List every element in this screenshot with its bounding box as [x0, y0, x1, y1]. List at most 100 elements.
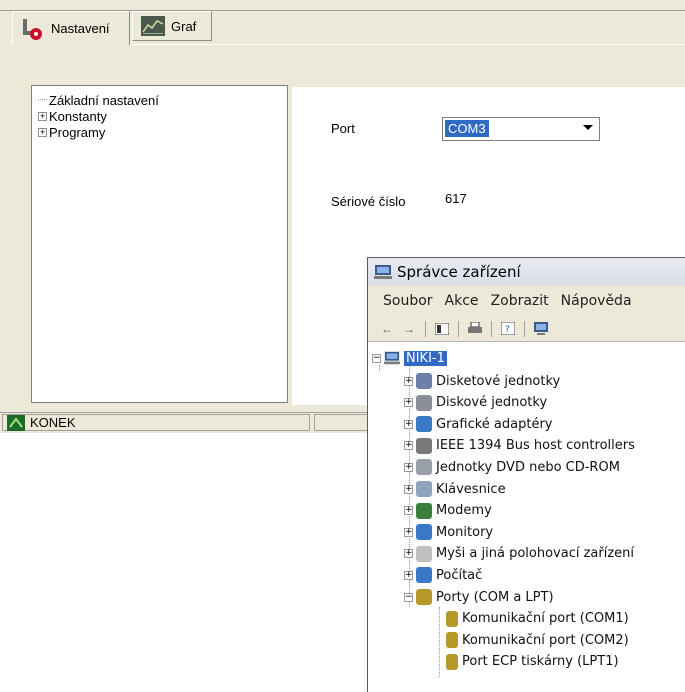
- port-icon: [416, 589, 432, 605]
- tree-connector: [38, 99, 47, 101]
- collapse-icon[interactable]: −: [372, 353, 381, 363]
- com-port-icon: [446, 610, 458, 627]
- device-category-label: Grafické adaptéry: [436, 416, 553, 432]
- tree-connector: [439, 607, 440, 677]
- collapse-icon[interactable]: −: [404, 592, 413, 602]
- tree-root[interactable]: − NIKI-1: [372, 347, 447, 369]
- device-category-label: Disketové jednotky: [436, 373, 561, 389]
- tab-graf[interactable]: Graf: [132, 11, 212, 41]
- expand-icon[interactable]: +: [404, 484, 413, 494]
- device-category-label: Jednotky DVD nebo CD-ROM: [436, 459, 620, 475]
- toolbar-separator: [458, 320, 459, 337]
- device-category[interactable]: + Jednotky DVD nebo CD-ROM: [404, 456, 620, 478]
- chart-tab-icon: [141, 16, 165, 36]
- computer-icon: [416, 567, 432, 584]
- expand-icon[interactable]: +: [404, 441, 413, 451]
- device-category-label: Modemy: [436, 503, 492, 519]
- device-category-label: Počítač: [436, 567, 483, 583]
- device-category-label: IEEE 1394 Bus host controllers: [436, 438, 635, 454]
- device-category[interactable]: + Monitory: [404, 521, 493, 543]
- device-category-label: Monitory: [436, 524, 494, 540]
- device-category[interactable]: + Disketové jednotky: [404, 370, 560, 392]
- port-select[interactable]: COM3: [442, 117, 600, 141]
- expand-icon[interactable]: +: [404, 419, 413, 429]
- port-device-label: Port ECP tiskárny (LPT1): [462, 654, 619, 670]
- serial-number-value: 617: [445, 191, 467, 206]
- toolbar-separator: [425, 320, 426, 337]
- status-text: KONEK: [30, 415, 76, 430]
- menu-akce[interactable]: Akce: [445, 293, 479, 309]
- status-panel: KONEK: [2, 414, 310, 431]
- device-manager-menu-bar: Soubor Akce Zobrazit Nápověda: [368, 286, 685, 316]
- properties-icon[interactable]: ?: [499, 320, 517, 338]
- expand-icon[interactable]: +: [404, 506, 413, 516]
- tree-item-label: Základní nastavení: [49, 92, 159, 108]
- device-category[interactable]: + IEEE 1394 Bus host controllers: [404, 435, 635, 457]
- tree-item-label: Programy: [49, 124, 106, 140]
- chevron-down-icon[interactable]: [583, 125, 593, 130]
- keyboard-icon: [416, 481, 432, 497]
- port-select-value: COM3: [445, 120, 489, 137]
- tab-label: Graf: [171, 18, 197, 34]
- port-label: Port: [331, 121, 355, 136]
- device-category[interactable]: + Počítač: [404, 564, 482, 586]
- ieee1394-icon: [416, 437, 432, 454]
- device-category-label: Klávesnice: [436, 481, 506, 497]
- floppy-icon: [416, 373, 432, 389]
- serial-number-label: Sériové číslo: [331, 194, 406, 209]
- expand-icon[interactable]: +: [404, 398, 413, 408]
- tree-item-label: Konstanty: [49, 108, 107, 124]
- device-category-label: Diskové jednotky: [436, 395, 548, 411]
- tree-item-konstanty[interactable]: + Konstanty: [38, 108, 107, 124]
- expand-icon[interactable]: +: [404, 549, 413, 559]
- back-icon[interactable]: ←: [378, 320, 396, 338]
- device-category[interactable]: + Klávesnice: [404, 478, 506, 500]
- dvd-icon: [416, 459, 432, 476]
- expand-icon[interactable]: +: [38, 127, 47, 137]
- toolbar-separator: [491, 320, 492, 337]
- settings-tree[interactable]: Základní nastavení + Konstanty + Program…: [31, 85, 288, 403]
- port-device[interactable]: Port ECP tiskárny (LPT1): [446, 651, 619, 673]
- device-manager-toolbar: ← → ?: [368, 316, 685, 342]
- disk-icon: [416, 394, 432, 411]
- port-device[interactable]: Komunikační port (COM2): [446, 629, 629, 651]
- computer-icon: [374, 265, 392, 279]
- tree-item-programy[interactable]: + Programy: [38, 124, 105, 140]
- port-device[interactable]: Komunikační port (COM1): [446, 608, 629, 630]
- connect-icon: [7, 414, 25, 431]
- device-category[interactable]: + Diskové jednotky: [404, 392, 547, 414]
- settings-tab-icon: [23, 18, 42, 40]
- port-device-label: Komunikační port (COM1): [462, 611, 629, 627]
- toolbar-separator: [524, 320, 525, 337]
- device-category-label: Myši a jiná polohovací zařízení: [436, 546, 635, 562]
- expand-icon[interactable]: +: [404, 376, 413, 386]
- mouse-icon: [416, 545, 432, 562]
- tree-item-zakladni[interactable]: Základní nastavení: [38, 92, 159, 108]
- tab-label: Nastavení: [51, 21, 110, 36]
- menu-napoveda[interactable]: Nápověda: [561, 293, 632, 309]
- com-port-icon: [446, 632, 458, 649]
- device-category[interactable]: + Grafické adaptéry: [404, 413, 553, 435]
- device-category[interactable]: + Myši a jiná polohovací zařízení: [404, 543, 634, 565]
- expand-icon[interactable]: +: [38, 111, 47, 121]
- expand-icon[interactable]: +: [404, 570, 413, 580]
- port-device-label: Komunikační port (COM2): [462, 632, 629, 648]
- scan-hardware-icon[interactable]: [532, 320, 550, 338]
- forward-icon[interactable]: →: [400, 320, 418, 338]
- device-category[interactable]: + Modemy: [404, 500, 492, 522]
- device-category[interactable]: − Porty (COM a LPT): [404, 586, 554, 608]
- status-panel-secondary: [314, 414, 370, 431]
- tab-nastaveni[interactable]: Nastavení: [12, 11, 130, 45]
- device-manager-title-bar[interactable]: Správce zařízení: [368, 258, 685, 286]
- tree-root-label: NIKI-1: [404, 350, 447, 366]
- device-tree[interactable]: − NIKI-1 + Disketové jednotky + Diskové jed…: [368, 343, 685, 691]
- modem-icon: [416, 502, 432, 519]
- svg-text:?: ?: [505, 325, 510, 335]
- menu-zobrazit[interactable]: Zobrazit: [491, 293, 549, 309]
- lpt-port-icon: [446, 653, 458, 670]
- expand-icon[interactable]: +: [404, 527, 413, 537]
- menu-soubor[interactable]: Soubor: [383, 293, 433, 309]
- print-icon[interactable]: [466, 320, 484, 338]
- console-tree-icon[interactable]: [433, 320, 451, 338]
- expand-icon[interactable]: +: [404, 462, 413, 472]
